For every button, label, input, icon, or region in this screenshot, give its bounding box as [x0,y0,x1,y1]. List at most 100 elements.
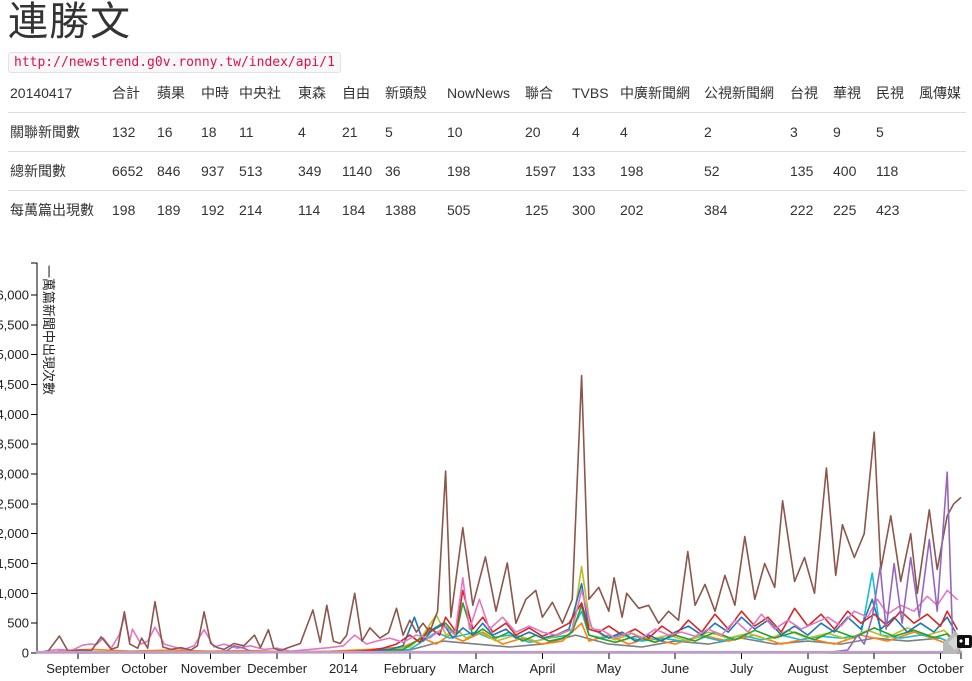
series-line-民視 [37,471,962,654]
table-column-header: 華視 [833,85,861,101]
table-column-header: 公視新聞網 [704,85,774,101]
table-cell: 21 [340,112,383,152]
table-cell: 20 [523,112,570,152]
y-tick-label: 3,500 [0,437,29,452]
table-cell: 222 [788,190,831,229]
table-column-header: 風傳媒 [919,85,961,101]
table-cell: 5 [383,112,445,152]
row-label: 總新聞數 [8,151,110,191]
table-cell: 505 [445,190,523,229]
table-cell: 202 [618,190,702,229]
table-cell: 36 [383,151,445,191]
series-line-新頭殼 [36,374,962,654]
axis-domain [31,262,962,659]
x-tick-label: July [730,661,754,676]
table-cell: 300 [570,190,618,229]
table-cell [917,112,966,152]
table-cell: 384 [702,190,788,229]
table-date-header: 20140417 [10,85,73,101]
y-tick-label: 5,500 [0,317,29,332]
x-tick-label: April [529,661,555,676]
table-cell: 132 [110,112,155,152]
table-cell: 125 [523,190,570,229]
page-title: 連勝文 [8,0,131,44]
table-column-header: 中時 [201,85,229,101]
table-cell [917,151,966,191]
table-column-header: 蘋果 [157,85,185,101]
x-tick-label: June [661,661,689,676]
table-cell: 513 [237,151,296,191]
table-cell: 189 [155,190,199,229]
table-cell: 4 [618,112,702,152]
table-cell: 135 [788,151,831,191]
table-cell: 9 [831,112,874,152]
share-badge [957,635,972,648]
y-tick-label: 4,500 [0,377,29,392]
table-cell: 198 [110,190,155,229]
share-badge-glyph [965,638,969,645]
x-tick-label: September [46,661,110,676]
table-cell: 118 [874,151,917,191]
table-column-header: 中央社 [239,85,281,101]
table-row: 總新聞數 6652 846 937 513 349 1140 36 198 1597 133 198 5… [8,151,966,191]
table-cell: 4 [296,112,340,152]
table-cell: 6652 [110,151,155,191]
trend-chart-svg: 0 500 1,000 1,500 2,000 2,500 3,000 3,500 4,000 4… [0,262,964,676]
table-row: 每萬篇出現數 198 189 192 214 114 184 1388 505 125 300 202… [8,190,966,229]
table-cell: 16 [155,112,199,152]
table-cell: 225 [831,190,874,229]
y-tick-label: 3,000 [0,467,29,482]
table-column-header: 合計 [112,85,140,101]
table-cell: 846 [155,151,199,191]
y-tick-label: 2,500 [0,496,29,511]
table-cell: 214 [237,190,296,229]
table-cell: 423 [874,190,917,229]
table-cell: 114 [296,190,340,229]
x-tick-label: November [181,661,242,676]
table-cell: 192 [199,190,237,229]
x-tick-label: October [121,661,168,676]
x-tick-label: March [458,661,494,676]
corner-share-icon[interactable] [941,621,972,654]
table-cell: 1140 [340,151,383,191]
share-badge-dot [959,639,963,643]
table-cell [917,190,966,229]
table-column-header: 中廣新聞網 [620,85,690,101]
x-tick-label: September [842,661,906,676]
table-cell: 10 [445,112,523,152]
api-url-code: http://newstrend.g0v.ronny.tw/index/api/… [8,52,341,73]
y-tick-label: 2,000 [0,526,29,541]
table-cell: 2 [702,112,788,152]
news-stats-table: 20140417 合計 蘋果 中時 中央社 東森 自由 新頭殼 NowNews 聯合 TVBS 中廣新… [8,75,966,229]
table-column-header: 東森 [298,85,326,101]
table-cell: 52 [702,151,788,191]
table-row: 關聯新聞數 132 16 18 11 4 21 5 10 20 4 4 2 3 9 5 [8,112,966,152]
y-tick-label: 4,000 [0,407,29,422]
x-tick-label: February [384,661,437,676]
table-column-header: 自由 [342,85,370,101]
trend-chart: 0 500 1,000 1,500 2,000 2,500 3,000 3,500 4,000 4… [0,255,972,681]
x-tick-label: 2014 [329,661,358,676]
x-tick-label: October [917,661,964,676]
table-cell: 5 [874,112,917,152]
y-tick-label: 1,500 [0,556,29,571]
table-cell: 1388 [383,190,445,229]
table-column-header: 民視 [876,85,904,101]
table-column-header: 新頭殼 [385,85,427,101]
table-cell: 3 [788,112,831,152]
x-tick-label: August [788,661,829,676]
table-cell: 184 [340,190,383,229]
table-cell: 133 [570,151,618,191]
table-column-header: TVBS [572,85,609,101]
table-cell: 198 [618,151,702,191]
table-cell: 937 [199,151,237,191]
y-tick-label: 500 [7,616,29,631]
table-cell: 18 [199,112,237,152]
table-column-header: 台視 [790,85,818,101]
page: 連勝文 http://newstrend.g0v.ronny.tw/index/… [0,0,972,681]
table-body: 關聯新聞數 132 16 18 11 4 21 5 10 20 4 4 2 3 9 5 總新聞數 6652 846 9… [8,112,966,229]
table-cell: 198 [445,151,523,191]
y-tick-label: 6,000 [0,288,29,303]
x-tick-label: May [597,661,622,676]
table-cell: 4 [570,112,618,152]
